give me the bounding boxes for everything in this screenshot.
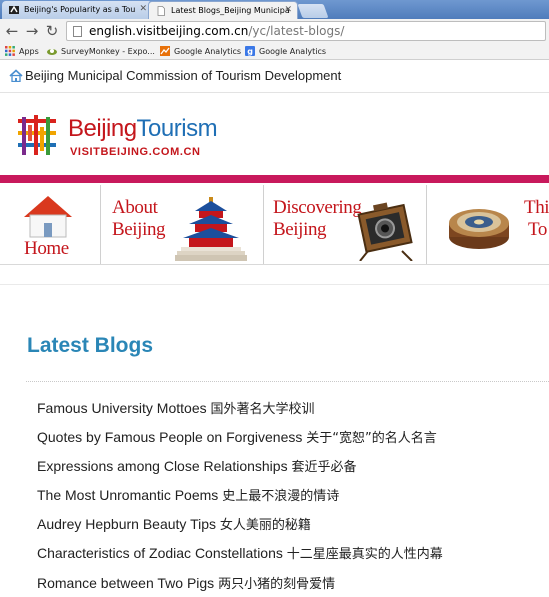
tab-title: Beijing's Popularity as a Tou [24,5,136,14]
google-analytics-icon [160,46,170,56]
main-nav: Home About Beijing Discovering Beijing T… [0,185,549,265]
tab-title: Latest Blogs_Beijing Municipa [171,6,290,15]
bookmarks-bar: Apps SurveyMonkey - Expo... Google Analy… [0,44,549,60]
vintage-camera-icon [357,202,413,261]
back-arrow-icon[interactable]: ← [4,22,20,40]
blog-link[interactable]: Characteristics of Zodiac Constellations… [37,543,443,572]
nav-label-line2: Beijing [112,219,166,240]
new-tab-button[interactable] [297,4,329,18]
svg-text:g: g [247,47,253,56]
nav-label-line2: Beijing [273,219,327,240]
page-title: Latest Blogs [27,334,154,357]
blog-link[interactable]: Romance between Two Pigs 两只小猪的刻骨爱情 [37,573,443,597]
nav-about-beijing[interactable]: About Beijing [101,185,264,264]
compass-icon [449,209,509,249]
logo-wordmark: BeijingTourism [68,115,218,142]
divider [0,92,549,93]
blog-link[interactable]: Audrey Hepburn Beauty Tips 女人美丽的秘籍 [37,514,443,543]
bookmark-apps[interactable]: Apps [5,46,39,56]
reload-icon[interactable]: ↻ [44,22,60,40]
temple-of-heaven-icon [175,197,247,261]
blog-link[interactable]: The Most Unromantic Poems 史上最不浪漫的情诗 [37,485,443,514]
google-icon: g [245,46,255,56]
logo-url: VISITBEIJING.COM.CN [70,146,201,158]
page-icon [73,26,82,37]
bookmark-surveymonkey[interactable]: SurveyMonkey - Expo... [47,46,155,56]
site-favicon-icon [9,5,19,14]
content-divider [0,284,549,285]
blog-link[interactable]: Famous University Mottoes 国外著名大学校训 [37,398,443,427]
tab-latest-blogs[interactable]: Latest Blogs_Beijing Municipa ✕ [148,1,298,19]
nav-label-line1: Thi [524,197,549,218]
address-bar[interactable]: english.visitbeijing.com.cn/yc/latest-bl… [66,21,546,41]
bookmark-google-analytics[interactable]: Google Analytics [160,46,241,56]
tourism-emblem-icon [18,115,56,155]
surveymonkey-icon [47,49,57,55]
nav-label-line2: To [528,219,547,240]
close-tab-icon[interactable]: ✕ [139,4,147,14]
nav-home[interactable]: Home [0,185,101,264]
browser-toolbar: ← → ↻ english.visitbeijing.com.cn/yc/lat… [0,19,549,44]
nav-label: Home [24,238,69,259]
blog-link[interactable]: Expressions among Close Relationships 套近… [37,456,443,485]
brand-bar [0,175,549,183]
commission-link[interactable]: Beijing Municipal Commission of Tourism … [9,68,341,83]
nav-label-line1: Discovering [273,197,362,218]
dotted-divider [26,381,549,382]
apps-grid-icon [5,46,15,56]
close-tab-icon[interactable]: ✕ [284,5,292,15]
blog-list: Famous University Mottoes 国外著名大学校训 Quote… [37,398,443,597]
bookmark-google-analytics-2[interactable]: g Google Analytics [245,46,326,56]
home-icon [9,69,23,82]
nav-things-to-do[interactable]: Thi To [427,185,549,264]
blog-link[interactable]: Quotes by Famous People on Forgiveness 关… [37,427,443,456]
nav-label-line1: About [112,197,158,218]
forward-arrow-icon[interactable]: → [24,22,40,40]
house-icon [24,196,72,238]
commission-title: Beijing Municipal Commission of Tourism … [25,68,342,83]
tab-strip: Beijing's Popularity as a Tou ✕ Latest B… [0,0,549,19]
url-text: english.visitbeijing.com.cn/yc/latest-bl… [89,24,345,38]
page-icon [157,6,165,16]
nav-discovering-beijing[interactable]: Discovering Beijing [264,185,427,264]
tab-beijing-popularity[interactable]: Beijing's Popularity as a Tou ✕ [2,1,152,19]
